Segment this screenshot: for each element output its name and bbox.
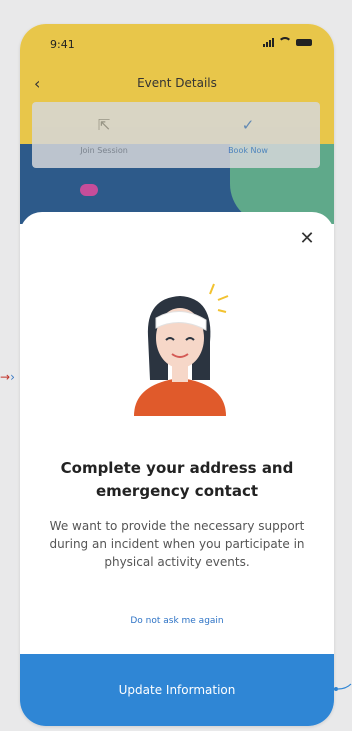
- flow-arrow-left: →›: [0, 370, 15, 384]
- modal-title: Complete your address and emergency cont…: [60, 459, 294, 500]
- battery-icon: [296, 38, 312, 46]
- join-session-label: Join Session: [80, 146, 128, 155]
- status-icons: [263, 37, 312, 47]
- join-session-button[interactable]: ⇱ Join Session: [32, 102, 176, 168]
- dismiss-link[interactable]: Do not ask me again: [20, 616, 334, 626]
- status-bar: 9:41: [20, 24, 334, 60]
- phone-frame: 9:41 ‹ Event Details ⇱ Join Session ✓ Bo…: [20, 24, 334, 726]
- book-now-button[interactable]: ✓ Book Now: [176, 102, 320, 168]
- modal-sheet: ✕ Complete your address and emergency co…: [20, 212, 334, 726]
- update-information-button[interactable]: Update Information: [20, 654, 334, 726]
- signal-icon: [263, 37, 274, 47]
- banner-shape-pink: [80, 184, 98, 196]
- book-now-label: Book Now: [228, 146, 268, 155]
- page-title: Event Details: [137, 76, 217, 90]
- action-bar: ⇱ Join Session ✓ Book Now: [32, 102, 320, 168]
- close-icon[interactable]: ✕: [298, 230, 316, 248]
- injured-person-illustration: [134, 283, 229, 416]
- status-time: 9:41: [50, 38, 75, 51]
- external-link-icon: ⇱: [97, 116, 111, 134]
- check-icon: ✓: [241, 116, 255, 134]
- flow-connector-right: [334, 683, 352, 691]
- modal-message: We want to provide the necessary support…: [49, 519, 305, 569]
- wifi-icon: [278, 37, 292, 47]
- nav-bar: ‹ Event Details: [20, 72, 334, 100]
